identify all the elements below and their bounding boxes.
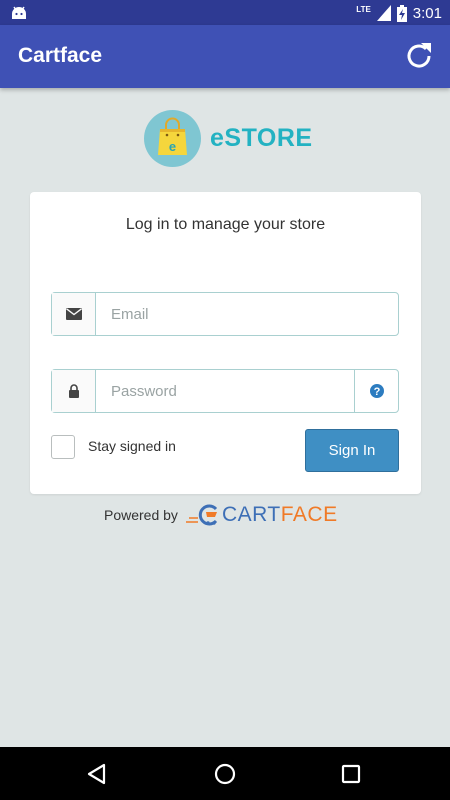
envelope-icon <box>52 293 96 335</box>
cartface-wordmark-face: FACE <box>280 503 338 526</box>
logo-text: eSTORE <box>210 124 313 152</box>
android-icon <box>12 6 26 19</box>
clock: 3:01 <box>412 4 442 22</box>
email-input[interactable] <box>96 293 398 335</box>
battery-icon <box>396 4 407 22</box>
app-title: Cartface <box>18 44 103 67</box>
stay-signed-in-checkbox[interactable] <box>51 435 75 459</box>
password-input-group: ? <box>51 369 399 413</box>
powered-by-label: Powered by <box>104 507 178 523</box>
cartface-logo: CARTFACE <box>185 503 338 527</box>
cartface-cart-icon <box>185 504 218 526</box>
refresh-icon[interactable] <box>402 39 436 73</box>
back-icon[interactable] <box>84 761 110 787</box>
badge-letter: e <box>169 139 176 154</box>
status-bar: LTE 3:01 <box>0 0 450 25</box>
home-icon[interactable] <box>212 761 238 787</box>
password-input[interactable] <box>96 370 354 412</box>
sign-in-button[interactable]: Sign In <box>305 429 399 472</box>
shopping-bag-logo-icon: e <box>144 110 201 167</box>
recents-icon[interactable] <box>338 761 364 787</box>
stay-signed-in-label[interactable]: Stay signed in <box>88 438 176 454</box>
cartface-wordmark: CARTFACE <box>222 503 338 527</box>
estore-logo: e eSTORE <box>144 110 313 167</box>
cartface-wordmark-cart: CART <box>221 503 281 526</box>
email-input-group <box>51 292 399 336</box>
lock-icon <box>52 370 96 412</box>
powered-by: Powered by CARTFACE <box>104 503 338 527</box>
signal-icon <box>376 5 391 21</box>
navigation-bar <box>0 747 450 800</box>
question-circle-icon[interactable]: ? <box>354 370 398 412</box>
app-bar: Cartface <box>0 25 450 88</box>
login-card: Log in to manage your store ? Stay signe… <box>30 192 421 494</box>
network-type: LTE <box>356 4 371 14</box>
login-heading: Log in to manage your store <box>125 216 326 233</box>
svg-text:?: ? <box>373 386 380 398</box>
